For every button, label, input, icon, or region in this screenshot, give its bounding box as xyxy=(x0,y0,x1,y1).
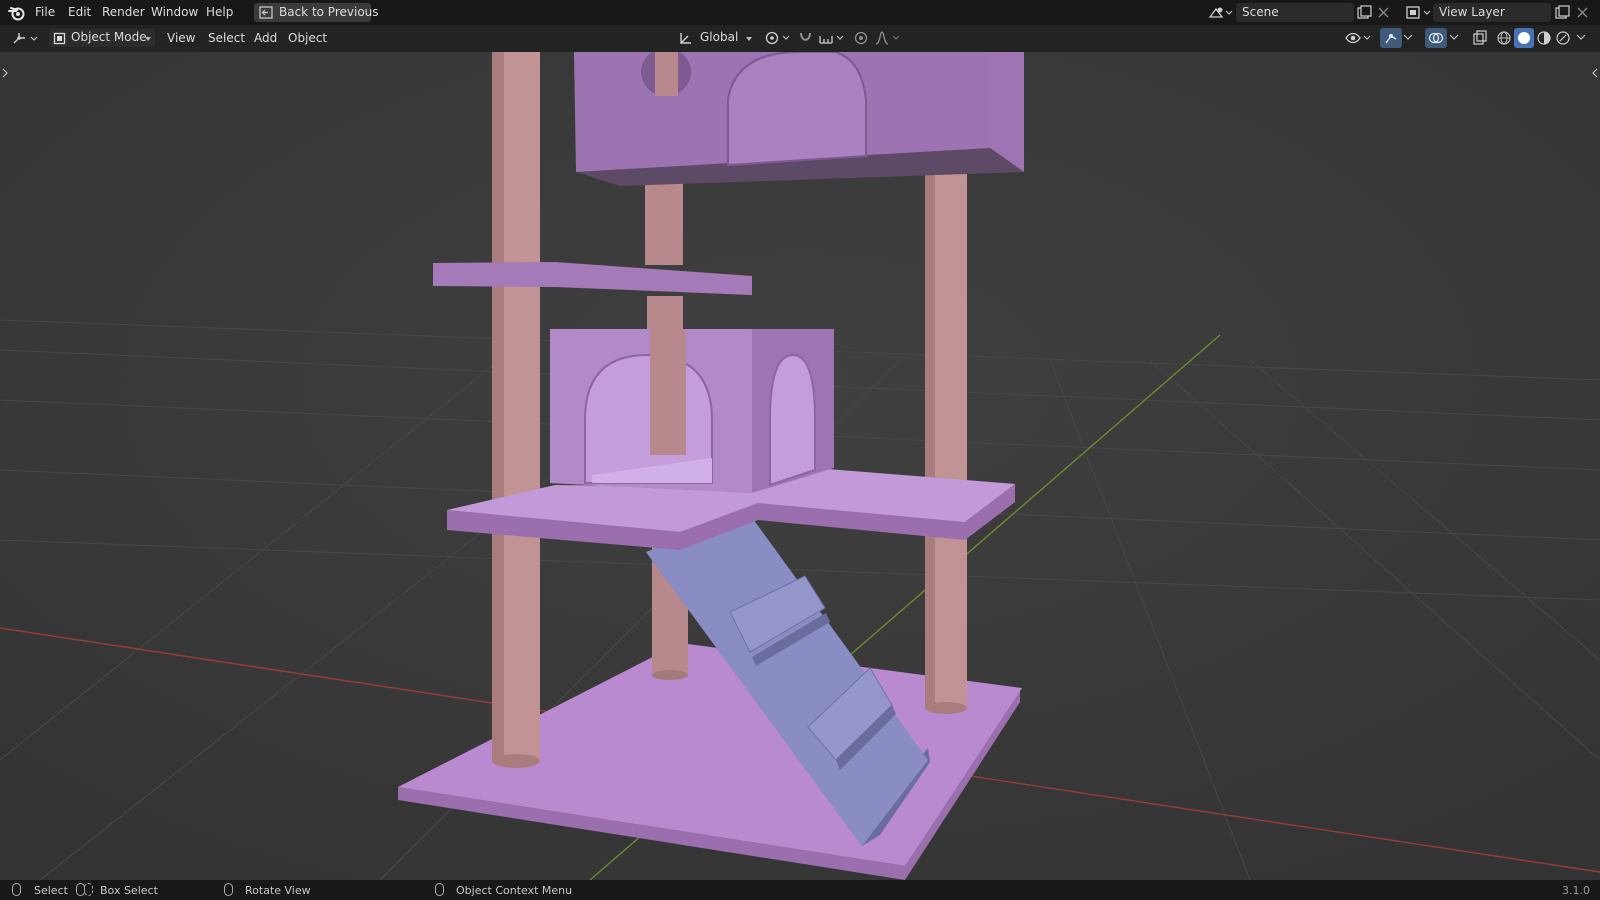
mouse-right-icon xyxy=(435,883,444,896)
new-view-layer-icon[interactable] xyxy=(1555,5,1570,20)
left-post-foot xyxy=(492,754,540,768)
header-menu-view[interactable]: View xyxy=(167,31,195,45)
toolbar-expand-icon[interactable] xyxy=(1,68,9,78)
proportional-icon[interactable] xyxy=(854,30,868,46)
view-layer-icon[interactable] xyxy=(1405,5,1431,20)
chevron-down-icon xyxy=(145,37,151,41)
back-to-previous-button[interactable]: Back to Previous xyxy=(254,3,379,22)
status-rotate-view: Rotate View xyxy=(245,884,311,897)
scene-icon[interactable] xyxy=(1207,5,1233,20)
transform-orientation-dropdown[interactable]: Global xyxy=(676,29,754,47)
chevron-down-icon xyxy=(746,37,752,41)
object-mode-dropdown[interactable]: Object Mode xyxy=(49,29,155,47)
gizmo-dropdown-icon[interactable] xyxy=(1403,33,1413,41)
scene-canvas[interactable] xyxy=(0,52,1600,880)
status-bar: Select Box Select Rotate View Object Con… xyxy=(0,880,1600,900)
top-box-arch xyxy=(727,52,867,167)
editor-type-icon xyxy=(13,33,38,44)
overlay-toggle[interactable] xyxy=(1425,28,1447,48)
back-icon xyxy=(259,6,273,19)
menu-edit[interactable]: Edit xyxy=(68,0,91,25)
snap-toggle-icon[interactable] xyxy=(797,30,815,46)
shading-rendered-icon[interactable] xyxy=(1555,30,1571,46)
overlay-icon xyxy=(1428,32,1444,44)
back-post-upper xyxy=(645,183,683,265)
editor-type-dropdown[interactable] xyxy=(8,29,41,47)
shading-solid-button[interactable] xyxy=(1514,28,1534,48)
menu-file[interactable]: File xyxy=(35,0,55,25)
visibility-icon[interactable] xyxy=(1344,30,1372,46)
orientation-icon xyxy=(680,33,691,44)
delete-scene-icon[interactable] xyxy=(1378,7,1389,18)
header-menu-add[interactable]: Add xyxy=(254,31,277,45)
falloff-icon[interactable] xyxy=(874,30,902,46)
menu-render[interactable]: Render xyxy=(102,0,145,25)
back-post-middle xyxy=(650,329,686,455)
overlay-dropdown-icon[interactable] xyxy=(1449,33,1459,41)
status-select: Select xyxy=(34,884,68,897)
pivot-icon[interactable] xyxy=(764,30,792,46)
shading-dropdown-icon[interactable] xyxy=(1576,33,1586,41)
menu-window[interactable]: Window xyxy=(151,0,198,25)
right-post-foot xyxy=(925,702,967,714)
shading-material-icon[interactable] xyxy=(1536,30,1552,46)
view-layer-name: View Layer xyxy=(1439,5,1505,19)
mouse-middle-icon xyxy=(224,883,233,896)
scene-name-field[interactable]: Scene xyxy=(1236,3,1354,22)
mouse-drag-icon-2 xyxy=(84,883,93,896)
header-menu-select[interactable]: Select xyxy=(208,31,245,45)
object-mode-icon xyxy=(53,32,66,45)
gizmo-toggle[interactable] xyxy=(1380,28,1402,48)
blender-logo-icon[interactable] xyxy=(8,5,25,21)
xray-icon[interactable] xyxy=(1472,30,1488,46)
viewport-header: Object Mode View Select Add Object Globa… xyxy=(0,25,1600,52)
back-to-previous-label: Back to Previous xyxy=(279,5,379,19)
transform-orientation-label: Global xyxy=(700,30,739,44)
menu-help[interactable]: Help xyxy=(206,0,233,25)
status-box-select: Box Select xyxy=(100,884,158,897)
version-label: 3.1.0 xyxy=(1562,884,1590,897)
shading-wireframe-icon[interactable] xyxy=(1496,30,1512,46)
sidebar-expand-icon[interactable] xyxy=(1591,68,1599,78)
shading-solid-icon xyxy=(1518,32,1530,44)
object-mode-label: Object Mode xyxy=(71,30,147,44)
back-post-lower-foot xyxy=(652,670,688,680)
new-scene-icon[interactable] xyxy=(1357,5,1372,20)
status-context-menu: Object Context Menu xyxy=(456,884,573,897)
gizmo-icon xyxy=(1385,34,1397,44)
3d-viewport[interactable] xyxy=(0,52,1600,880)
scene-name: Scene xyxy=(1242,5,1279,19)
view-layer-name-field[interactable]: View Layer xyxy=(1433,3,1551,22)
header-menu-object[interactable]: Object xyxy=(288,31,327,45)
back-post-between xyxy=(647,296,683,329)
mouse-left-icon xyxy=(12,883,21,896)
snap-icon[interactable] xyxy=(818,30,846,46)
delete-view-layer-icon[interactable] xyxy=(1577,7,1588,18)
top-bar: File Edit Render Window Help Back to Pre… xyxy=(0,0,1600,25)
house-arch-side xyxy=(769,353,816,487)
